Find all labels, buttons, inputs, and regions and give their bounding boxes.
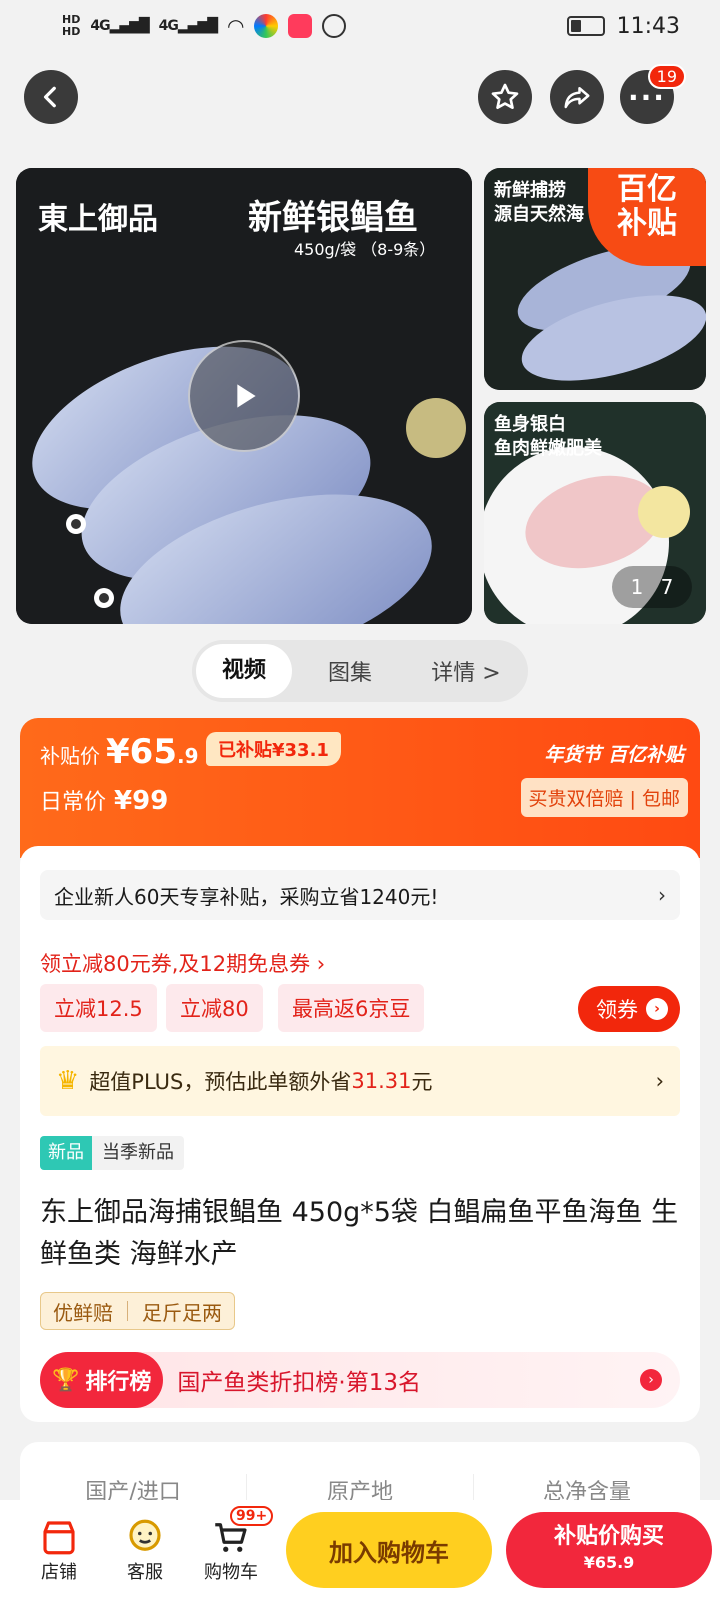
thumb2-text1: 鱼身银白	[494, 414, 566, 435]
ranking-banner[interactable]: 🏆 排行榜 国产鱼类折扣榜·第13名 ›	[40, 1352, 680, 1408]
chevron-right-icon: ›	[658, 883, 666, 907]
status-bar: HD HD 4G▂▄▆█ 4G▂▄▆█ ◠ 11:43	[0, 0, 720, 52]
gallery-thumb-2[interactable]: 鱼身银白 鱼肉鲜嫩肥美 17	[484, 402, 706, 624]
daily-price: ¥99	[114, 786, 169, 816]
cart-button[interactable]: 99+ 购物车	[188, 1506, 274, 1584]
gallery-thumb-1[interactable]: 新鲜捕捞 源自天然海 百亿 补贴	[484, 168, 706, 390]
message-badge: 19	[647, 64, 686, 89]
discount-chip[interactable]: 最高返6京豆	[278, 984, 425, 1032]
coupon-link[interactable]: 领立减80元券,及12期免息券 ›	[40, 948, 325, 978]
tab-video[interactable]: 视频	[196, 644, 292, 698]
play-button[interactable]	[188, 340, 300, 452]
wifi-icon: ◠	[226, 14, 245, 38]
tab-gallery[interactable]: 图集	[292, 655, 408, 687]
enterprise-banner[interactable]: 企业新人60天专享补贴，采购立省1240元! ›	[40, 870, 680, 920]
battery-icon	[566, 16, 605, 36]
share-icon	[564, 87, 590, 109]
new-product-tag: 新品 当季新品	[40, 1136, 184, 1170]
brand-logo: 東上御品	[38, 202, 158, 237]
discount-chip[interactable]: 立减80	[166, 984, 263, 1032]
crown-icon: ♛	[56, 1066, 80, 1096]
guarantee-tag: 买贵双倍赔 | 包邮	[520, 778, 688, 817]
main-image-subtitle: 450g/袋 （8-9条）	[294, 240, 436, 259]
favorite-button[interactable]	[478, 70, 532, 124]
share-button[interactable]	[550, 70, 604, 124]
service-icon	[129, 1519, 161, 1551]
signal-icon: 4G▂▄▆█	[90, 18, 149, 34]
add-to-cart-button[interactable]: 加入购物车	[286, 1512, 492, 1588]
get-coupon-button[interactable]: 领券 ›	[578, 986, 680, 1032]
chevron-right-icon: ›	[655, 1069, 664, 1093]
subsidy-brand-link[interactable]: 年货节 百亿补贴	[544, 740, 684, 767]
image-gallery[interactable]: 東上御品 新鲜银鲳鱼 450g/袋 （8-9条） 新鲜捕捞 源自天然海 百亿 补贴…	[16, 168, 706, 624]
app-notification-icon	[254, 14, 279, 38]
thumb2-text2: 鱼肉鲜嫩肥美	[494, 438, 602, 459]
plus-savings-banner[interactable]: ♛ 超值PLUS，预估此单额外省 31.31 元 ›	[40, 1046, 680, 1116]
signal-icon-2: 4G▂▄▆█	[158, 18, 218, 34]
star-icon	[491, 83, 519, 109]
play-icon	[237, 384, 256, 408]
subsidy-price: ¥65	[106, 732, 177, 772]
product-info-card: 企业新人60天专享补贴，采购立省1240元! › 领立减80元券,及12期免息券…	[20, 846, 700, 1422]
thumb1-text1: 新鲜捕捞	[494, 180, 566, 201]
bottom-action-bar: 店铺 客服 99+ 购物车 加入购物车 补贴价购买 ¥65.9	[0, 1500, 720, 1600]
shop-icon	[43, 1521, 75, 1555]
clock: 11:43	[616, 13, 680, 39]
main-image-title: 新鲜银鲳鱼	[248, 198, 418, 238]
buy-now-button[interactable]: 补贴价购买 ¥65.9	[506, 1512, 712, 1588]
service-tags: 优鲜赔 足斤足两	[40, 1292, 235, 1330]
already-subsidy-badge: 已补贴¥33.1	[206, 732, 341, 766]
more-button[interactable]: ··· 19	[620, 64, 686, 124]
thumb1-text2: 源自天然海	[494, 204, 584, 225]
subsidy-price-row: 补贴价 ¥65 .9	[40, 732, 199, 772]
back-button[interactable]	[24, 70, 78, 124]
price-panel: 补贴价 ¥65 .9 已补贴¥33.1 日常价 ¥99 年货节 百亿补贴 买贵双…	[20, 718, 700, 858]
ranking-pill: 🏆 排行榜	[40, 1352, 164, 1408]
daily-price-row: 日常价 ¥99	[40, 786, 169, 816]
trophy-icon: 🏆	[52, 1367, 80, 1393]
app-notification-icon-2	[288, 14, 313, 38]
image-pager: 17	[612, 566, 692, 608]
media-tabs: 视频 图集 详情 >	[192, 640, 528, 702]
chevron-right-icon: ›	[646, 998, 668, 1020]
main-video-thumbnail[interactable]: 東上御品 新鲜银鲳鱼 450g/袋 （8-9条）	[16, 168, 472, 624]
ranking-text: 国产鱼类折扣榜·第13名	[177, 1370, 421, 1396]
discount-chip[interactable]: 立减12.5	[40, 984, 157, 1032]
shop-button[interactable]: 店铺	[16, 1516, 102, 1584]
customer-service-button[interactable]: 客服	[102, 1516, 188, 1584]
tab-detail[interactable]: 详情 >	[408, 655, 524, 687]
hand-icon	[322, 14, 347, 38]
chevron-right-icon: ›	[640, 1369, 662, 1391]
cart-badge: 99+	[230, 1506, 274, 1526]
hd-indicator: HD HD	[62, 13, 81, 38]
back-icon	[43, 86, 56, 108]
product-title: 东上御品海捕银鲳鱼 450g*5袋 白鲳扁鱼平鱼海鱼 生鲜鱼类 海鲜水产	[40, 1197, 679, 1270]
